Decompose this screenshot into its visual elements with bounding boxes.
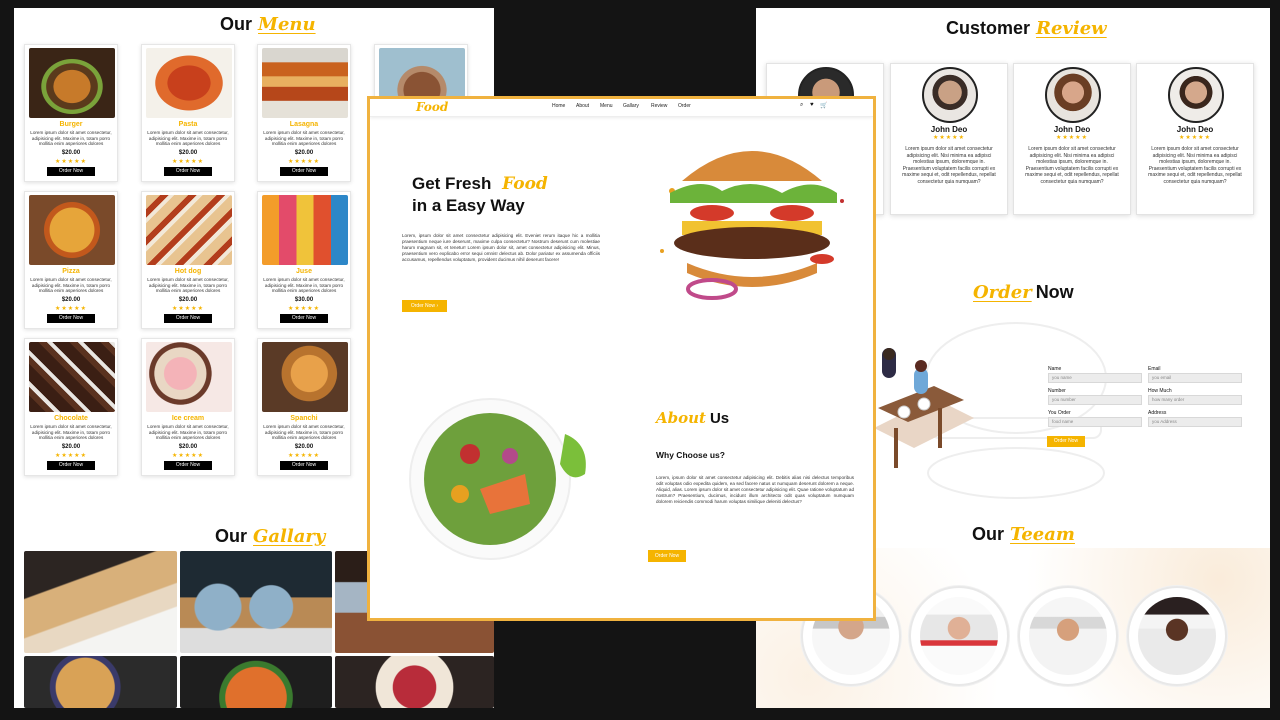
order-submit-button[interactable]: Order Now [1047,436,1085,447]
chef-avatar [1029,597,1107,675]
menu-card: Spanchi Lorem ipsum dolor sit amet conse… [257,338,351,476]
about-section-title: About Us [656,409,730,427]
name-field[interactable]: you name [1048,373,1142,383]
search-icon[interactable]: ⌕ [800,102,803,109]
muffin-image [262,342,348,412]
nav-about[interactable]: About [576,103,589,109]
menu-card: Pizza Lorem ipsum dolor sit amet consect… [24,191,118,329]
gallery-cookies-image[interactable] [24,656,177,708]
hot-dog-image [146,195,232,265]
team-member-circle [1127,586,1227,686]
gallery-section-title: Our Gallary [215,526,326,547]
order-now-button[interactable]: Order Now [164,461,212,470]
gallery-sandwich-image[interactable] [24,551,177,653]
gallery-cupcakes-image[interactable] [180,551,332,653]
dining-people-illustration [874,348,974,468]
rating-stars: ★★★★★ [172,453,204,459]
menu-card: Burger Lorem ipsum dolor sit amet consec… [24,44,118,182]
menu-card: Pasta Lorem ipsum dolor sit amet consect… [141,44,235,182]
nav-menu[interactable]: Menu [600,103,613,109]
heart-icon[interactable]: ♥ [810,102,814,108]
menu-card: Lasagna Lorem ipsum dolor sit amet conse… [257,44,351,182]
arrow-right-icon: › [436,303,439,309]
cart-icon[interactable]: 🛒 [820,102,827,109]
menu-card: Ice cream Lorem ipsum dolor sit amet con… [141,338,235,476]
order-now-button[interactable]: Order Now [280,167,328,176]
about-subtitle: Why Choose us? [656,450,725,460]
menu-card: Chocolate Lorem ipsum dolor sit amet con… [24,338,118,476]
email-field[interactable]: you email [1148,373,1242,383]
menu-card: Juse Lorem ipsum dolor sit amet consecte… [257,191,351,329]
reviewer-avatar [1168,67,1224,123]
juice-image [262,195,348,265]
nav-gallary[interactable]: Gallary [623,103,639,109]
navbar: Food Home About Menu Gallary Review Orde… [370,99,873,117]
rating-stars: ★★★★★ [288,306,320,312]
chef-avatar [920,597,998,675]
nav-review[interactable]: Review [651,103,667,109]
gallery-pizza-image[interactable] [180,656,332,708]
order-now-button[interactable]: Order Now [280,461,328,470]
hero-page-panel: Food Home About Menu Gallary Review Orde… [367,96,876,621]
hero-heading: Get Fresh Food in a Easy Way [412,174,548,215]
team-section-title: Our Teeam [972,524,1075,545]
rating-stars: ★★★★★ [55,306,87,312]
team-member-circle [909,586,1009,686]
chef-avatar [1138,597,1216,675]
rating-stars: ★★★★★ [288,453,320,459]
nav-order[interactable]: Order [678,103,691,109]
order-now-button[interactable]: Order Now [47,314,95,323]
nav-home[interactable]: Home [552,103,565,109]
hero-paragraph: Lorem, ipsum dolor sit amet consectetur … [402,233,600,262]
site-logo[interactable]: Food [416,100,448,114]
lasagna-image [262,48,348,118]
gallery-tart-image[interactable] [335,656,494,708]
rating-stars: ★★★★★ [1056,135,1088,141]
rating-stars: ★★★★★ [1179,135,1211,141]
review-section-title: Customer Review [946,18,1107,39]
review-card: John Deo ★★★★★ Lorem ipsum dolor sit ame… [1136,63,1254,215]
order-now-button[interactable]: Order Now [280,314,328,323]
number-field[interactable]: you number [1048,395,1142,405]
menu-section-title: Our Menu [220,14,316,35]
rating-stars: ★★★★★ [172,306,204,312]
rating-stars: ★★★★★ [288,159,320,165]
address-field[interactable]: you Address [1148,417,1242,427]
burger-image [29,48,115,118]
about-order-button[interactable]: Order Now [648,550,686,562]
rating-stars: ★★★★★ [172,159,204,165]
order-section-title: Order Now [973,282,1074,303]
team-member-circle [1018,586,1118,686]
food-name-field[interactable]: food name [1048,417,1142,427]
reviewer-avatar [922,67,978,123]
order-now-button[interactable]: Order Now [164,167,212,176]
rating-stars: ★★★★★ [933,135,965,141]
hero-order-button[interactable]: Order Now › [402,300,447,312]
how-much-field[interactable]: how many order [1148,395,1242,405]
about-paragraph: Lorem, ipsum dolor sit amet consectetur … [656,475,854,504]
pizza-image [29,195,115,265]
review-card: John Deo ★★★★★ Lorem ipsum dolor sit ame… [890,63,1008,215]
hero-burger-image [660,151,844,300]
pasta-image [146,48,232,118]
salad-plate-image [409,398,586,560]
order-now-button[interactable]: Order Now [164,314,212,323]
order-now-button[interactable]: Order Now [47,167,95,176]
chocolate-image [29,342,115,412]
order-now-button[interactable]: Order Now [47,461,95,470]
rating-stars: ★★★★★ [55,159,87,165]
menu-card: Hot dog Lorem ipsum dolor sit amet conse… [141,191,235,329]
rating-stars: ★★★★★ [55,453,87,459]
reviewer-avatar [1045,67,1101,123]
review-card: John Deo ★★★★★ Lorem ipsum dolor sit ame… [1013,63,1131,215]
ice-cream-image [146,342,232,412]
